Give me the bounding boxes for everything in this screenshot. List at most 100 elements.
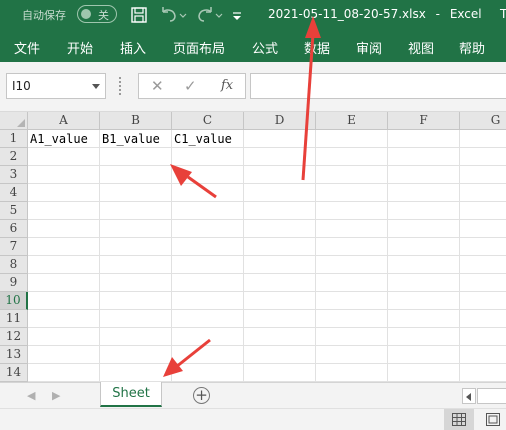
cell-g6[interactable]: [460, 220, 506, 238]
tab-review[interactable]: 审阅: [356, 38, 382, 57]
normal-view-button[interactable]: [444, 409, 474, 430]
cell-c6[interactable]: [172, 220, 244, 238]
cell-b3[interactable]: [100, 166, 172, 184]
cell-c12[interactable]: [172, 328, 244, 346]
cell-e14[interactable]: [316, 364, 388, 382]
cell-b11[interactable]: [100, 310, 172, 328]
cell-f14[interactable]: [388, 364, 460, 382]
row-header-2[interactable]: 2: [0, 148, 28, 166]
cell-e2[interactable]: [316, 148, 388, 166]
row-header-14[interactable]: 14: [0, 364, 28, 382]
row-header-10[interactable]: 10: [0, 292, 28, 310]
cell-d3[interactable]: [244, 166, 316, 184]
name-box-dropdown-icon[interactable]: [92, 84, 100, 89]
cell-g1[interactable]: [460, 130, 506, 148]
cell-d2[interactable]: [244, 148, 316, 166]
cell-f3[interactable]: [388, 166, 460, 184]
cell-b8[interactable]: [100, 256, 172, 274]
cell-f1[interactable]: [388, 130, 460, 148]
cell-b10[interactable]: [100, 292, 172, 310]
cell-f9[interactable]: [388, 274, 460, 292]
select-all-button[interactable]: [0, 112, 28, 130]
cell-a9[interactable]: [28, 274, 100, 292]
cell-c1[interactable]: C1_value: [172, 130, 244, 148]
page-layout-view-icon[interactable]: [486, 413, 500, 426]
cell-b7[interactable]: [100, 238, 172, 256]
row-header-7[interactable]: 7: [0, 238, 28, 256]
cell-d4[interactable]: [244, 184, 316, 202]
redo-icon[interactable]: [194, 5, 224, 25]
tab-help[interactable]: 帮助: [459, 38, 485, 57]
cell-a12[interactable]: [28, 328, 100, 346]
cell-c10[interactable]: [172, 292, 244, 310]
cell-d6[interactable]: [244, 220, 316, 238]
cell-e12[interactable]: [316, 328, 388, 346]
cell-f11[interactable]: [388, 310, 460, 328]
cell-g12[interactable]: [460, 328, 506, 346]
cell-b13[interactable]: [100, 346, 172, 364]
cell-f12[interactable]: [388, 328, 460, 346]
cell-a7[interactable]: [28, 238, 100, 256]
cell-e3[interactable]: [316, 166, 388, 184]
tab-page-layout[interactable]: 页面布局: [173, 38, 225, 57]
formula-input[interactable]: [250, 73, 506, 99]
cell-a2[interactable]: [28, 148, 100, 166]
cell-b9[interactable]: [100, 274, 172, 292]
cell-b14[interactable]: [100, 364, 172, 382]
cell-f5[interactable]: [388, 202, 460, 220]
cell-a1[interactable]: A1_value: [28, 130, 100, 148]
cell-a5[interactable]: [28, 202, 100, 220]
row-header-3[interactable]: 3: [0, 166, 28, 184]
row-header-1[interactable]: 1: [0, 130, 28, 148]
cell-e8[interactable]: [316, 256, 388, 274]
tab-home[interactable]: 开始: [67, 38, 93, 57]
cell-e9[interactable]: [316, 274, 388, 292]
cell-f6[interactable]: [388, 220, 460, 238]
cell-b5[interactable]: [100, 202, 172, 220]
cell-g13[interactable]: [460, 346, 506, 364]
row-header-8[interactable]: 8: [0, 256, 28, 274]
cell-f13[interactable]: [388, 346, 460, 364]
save-icon[interactable]: [129, 5, 149, 25]
cell-b6[interactable]: [100, 220, 172, 238]
cell-d14[interactable]: [244, 364, 316, 382]
cell-d9[interactable]: [244, 274, 316, 292]
cell-c11[interactable]: [172, 310, 244, 328]
horizontal-scrollbar[interactable]: [477, 388, 506, 404]
tab-formulas[interactable]: 公式: [252, 38, 278, 57]
cell-a6[interactable]: [28, 220, 100, 238]
cell-d10[interactable]: [244, 292, 316, 310]
cell-g2[interactable]: [460, 148, 506, 166]
cell-d5[interactable]: [244, 202, 316, 220]
row-header-11[interactable]: 11: [0, 310, 28, 328]
column-header-b[interactable]: B: [100, 112, 172, 130]
cell-a8[interactable]: [28, 256, 100, 274]
cell-e4[interactable]: [316, 184, 388, 202]
cell-g14[interactable]: [460, 364, 506, 382]
cell-f10[interactable]: [388, 292, 460, 310]
column-header-g[interactable]: G: [460, 112, 506, 130]
cell-c3[interactable]: [172, 166, 244, 184]
name-box[interactable]: I10: [6, 73, 106, 99]
column-header-c[interactable]: C: [172, 112, 244, 130]
scroll-left-button[interactable]: [462, 388, 476, 404]
column-header-d[interactable]: D: [244, 112, 316, 130]
cell-b1[interactable]: B1_value: [100, 130, 172, 148]
formula-bar-splitter[interactable]: [119, 77, 121, 95]
cell-c4[interactable]: [172, 184, 244, 202]
cell-b4[interactable]: [100, 184, 172, 202]
cell-d8[interactable]: [244, 256, 316, 274]
insert-function-icon[interactable]: fx: [221, 78, 233, 93]
tab-view[interactable]: 视图: [408, 38, 434, 57]
cell-c14[interactable]: [172, 364, 244, 382]
column-header-f[interactable]: F: [388, 112, 460, 130]
cell-a4[interactable]: [28, 184, 100, 202]
column-header-a[interactable]: A: [28, 112, 100, 130]
undo-icon[interactable]: [158, 5, 188, 25]
cell-e5[interactable]: [316, 202, 388, 220]
cell-g5[interactable]: [460, 202, 506, 220]
cell-g7[interactable]: [460, 238, 506, 256]
tab-data[interactable]: 数据: [304, 38, 330, 57]
previous-sheet-icon[interactable]: ◀: [27, 389, 35, 402]
cell-d12[interactable]: [244, 328, 316, 346]
